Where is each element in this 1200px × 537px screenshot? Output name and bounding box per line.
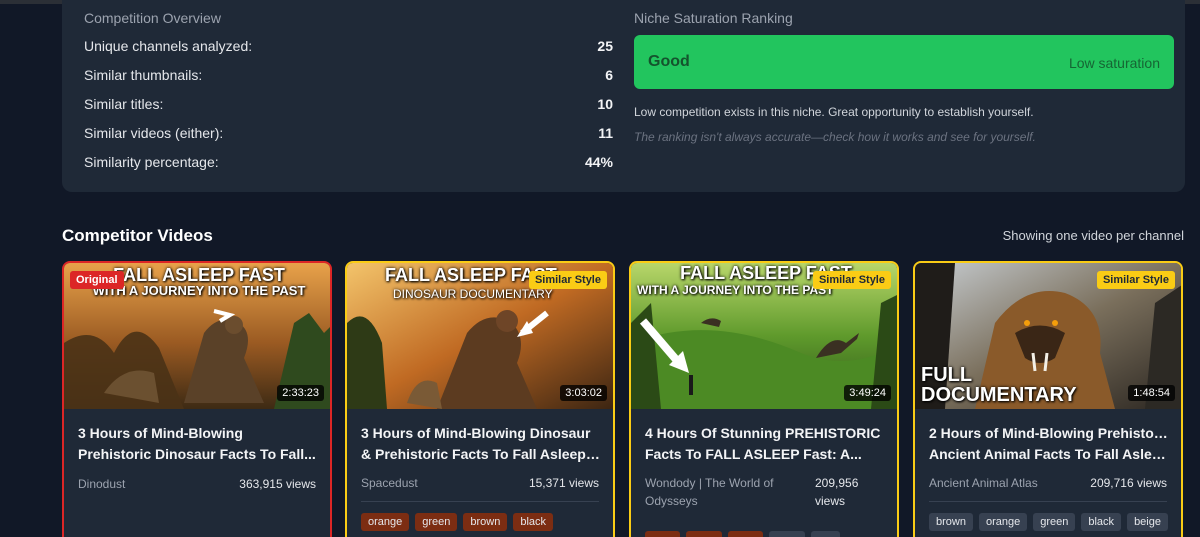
stat-label: Similarity percentage: [84, 154, 219, 170]
video-title[interactable]: 3 Hours of Mind-Blowing Dinosaur & Prehi… [361, 423, 601, 465]
niche-description: Low competition exists in this niche. Gr… [634, 105, 1034, 119]
color-tag: beige [1127, 513, 1168, 531]
view-count: 15,371 views [528, 476, 599, 490]
thumbnail-text-line-2: DINOSAUR DOCUMENTARY [393, 287, 553, 301]
video-title-line: & Prehistoric Facts To Fall Asleep To [361, 446, 601, 462]
channel-name[interactable]: Spacedust [361, 474, 511, 492]
niche-saturation-label: Low saturation [1068, 55, 1160, 71]
competition-overview-panel: Competition Overview Unique channels ana… [62, 0, 1185, 192]
color-tag-partial [686, 531, 722, 537]
stat-label: Unique channels analyzed: [84, 38, 253, 54]
niche-rank-label: Good [648, 53, 690, 70]
video-title-line: 3 Hours of Mind-Blowing [78, 425, 243, 441]
similar-style-badge: Similar Style [1096, 271, 1175, 289]
niche-saturation-bar: Good Low saturation [634, 35, 1174, 89]
stat-value: 11 [598, 125, 613, 141]
stat-row-similarity-percentage: Similarity percentage: 44% [84, 154, 613, 174]
color-tag: orange [361, 513, 410, 531]
competition-overview-title: Competition Overview [84, 10, 221, 26]
view-count: 363,915 views [239, 477, 316, 491]
video-title[interactable]: 2 Hours of Mind-Blowing Prehistoric Anci… [929, 423, 1169, 465]
stat-row-similar-videos: Similar videos (either): 11 [84, 125, 613, 145]
stat-row-unique-channels: Unique channels analyzed: 25 [84, 38, 613, 58]
thumbnail-text-line-1: FULL [921, 364, 973, 386]
thumbnail-text-line-2: DOCUMENTARY [921, 384, 1077, 406]
video-card-similar[interactable]: FULL DOCUMENTARY Similar Style 1:48:54 2… [913, 261, 1183, 537]
card-divider [929, 501, 1167, 502]
video-title-line: Prehistoric Dinosaur Facts To Fall... [78, 446, 316, 462]
stat-row-similar-thumbnails: Similar thumbnails: 6 [84, 67, 613, 87]
color-tag: brown [929, 513, 973, 531]
color-tag-partial [810, 531, 840, 537]
view-count: 209,716 views [1090, 476, 1167, 490]
niche-saturation-title: Niche Saturation Ranking [634, 10, 793, 26]
competitor-videos-title: Competitor Videos [62, 226, 213, 245]
stat-row-similar-titles: Similar titles: 10 [84, 96, 613, 116]
stat-value: 6 [605, 67, 613, 83]
color-tag-partial [769, 531, 805, 537]
stat-value: 44% [584, 154, 613, 170]
stat-label: Similar thumbnails: [84, 67, 203, 83]
niche-accuracy-note: The ranking isn't always accurate—check … [634, 130, 1036, 144]
channel-name[interactable]: Dinodust [78, 475, 228, 493]
video-title-line: Facts To FALL ASLEEP Fast: A... [645, 446, 862, 462]
color-tag: black [513, 513, 554, 531]
video-thumbnail[interactable]: FALL ASLEEP FAST WITH A JOURNEY INTO THE… [64, 263, 330, 409]
video-card-similar[interactable]: FALL ASLEEP FAST DINOSAUR DOCUMENTARY Si… [345, 261, 615, 537]
video-duration: 3:03:02 [560, 385, 607, 401]
color-tag-partial [727, 531, 764, 537]
similar-style-badge: Similar Style [812, 271, 891, 289]
channel-name[interactable]: Wondody | The World of Odysseys [645, 474, 795, 510]
stat-value: 10 [597, 96, 613, 112]
video-title-line: 2 Hours of Mind-Blowing Prehistoric [929, 425, 1169, 441]
original-badge: Original [70, 271, 124, 289]
video-title[interactable]: 3 Hours of Mind-Blowing Prehistoric Dino… [78, 423, 318, 465]
similar-style-badge: Similar Style [528, 271, 607, 289]
stat-label: Similar titles: [84, 96, 164, 112]
color-tag-partial [645, 531, 681, 537]
color-tags: brown orange green black beige [929, 513, 1168, 531]
video-thumbnail[interactable]: FALL ASLEEP FAST DINOSAUR DOCUMENTARY Si… [347, 263, 613, 409]
color-tag: green [415, 513, 458, 531]
card-divider [361, 501, 599, 502]
view-count: 209,956 views [815, 476, 859, 508]
video-title-line: 3 Hours of Mind-Blowing Dinosaur [361, 425, 591, 441]
video-thumbnail[interactable]: FALL ASLEEP FAST WITH A JOURNEY INTO THE… [631, 263, 897, 409]
color-tag: green [1033, 513, 1076, 531]
video-title-line: Ancient Animal Facts To Fall Aslee... [929, 446, 1169, 462]
channel-name[interactable]: Ancient Animal Atlas [929, 474, 1079, 492]
video-title-line: 4 Hours Of Stunning PREHISTORIC [645, 425, 881, 441]
video-duration: 2:33:23 [277, 385, 324, 401]
video-card-original[interactable]: FALL ASLEEP FAST WITH A JOURNEY INTO THE… [62, 261, 332, 537]
color-tags [645, 531, 840, 537]
video-duration: 1:48:54 [1128, 385, 1175, 401]
stat-value: 25 [597, 38, 613, 54]
stat-label: Similar videos (either): [84, 125, 224, 141]
color-tag: orange [978, 513, 1028, 531]
video-title[interactable]: 4 Hours Of Stunning PREHISTORIC Facts To… [645, 423, 885, 465]
color-tags: orange green brown black [361, 513, 554, 531]
competitor-videos-note: Showing one video per channel [1002, 228, 1184, 243]
color-tag: brown [463, 513, 508, 531]
color-tag: black [1081, 513, 1122, 531]
video-card-similar[interactable]: FALL ASLEEP FAST WITH A JOURNEY INTO THE… [629, 261, 899, 537]
video-thumbnail[interactable]: FULL DOCUMENTARY Similar Style 1:48:54 [915, 263, 1181, 409]
video-duration: 3:49:24 [844, 385, 891, 401]
